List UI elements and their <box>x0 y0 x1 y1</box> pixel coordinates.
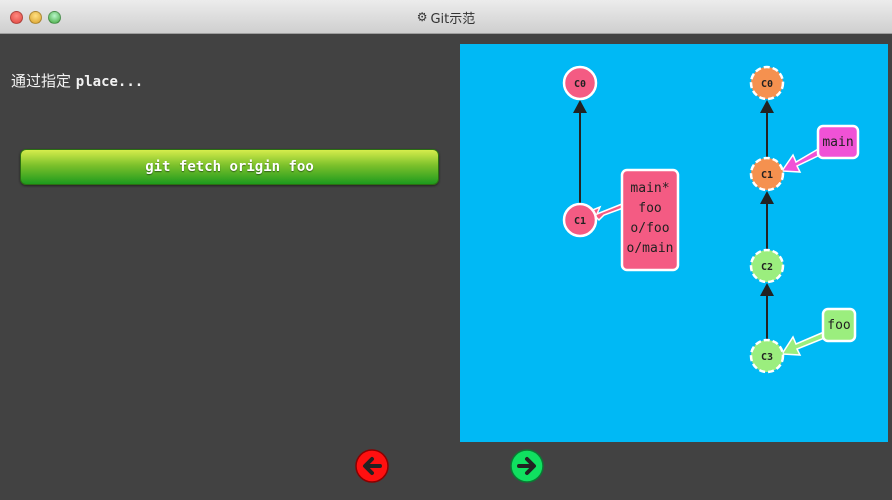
remote-branch-main-label: main <box>822 135 853 150</box>
instruction-prefix: 通过指定 <box>11 72 76 90</box>
branch-label-main-star: main* <box>630 181 669 196</box>
local-edge-arrowhead <box>573 100 587 113</box>
arrow-left-icon <box>355 449 389 483</box>
local-commit-c0[interactable]: C0 <box>562 65 598 101</box>
git-graph-svg: C0 C1 main* foo o/foo o/main C0 C1 C2 C3… <box>562 65 860 374</box>
instruction-code: place... <box>75 74 144 90</box>
remote-edge-c1-c0-arrowhead <box>760 100 774 113</box>
remote-commit-c1[interactable]: C1 <box>749 156 785 192</box>
remote-main-pointer-arrow <box>780 146 823 173</box>
remote-commit-c0-label: C0 <box>761 79 773 90</box>
remote-branch-foo[interactable]: foo <box>821 307 857 343</box>
forward-button[interactable] <box>510 449 544 483</box>
local-branch-labels[interactable]: main* foo o/foo o/main <box>620 168 680 272</box>
remote-commit-c3-label: C3 <box>761 352 773 363</box>
remote-commit-c0[interactable]: C0 <box>749 65 785 101</box>
gear-icon: ⚙ <box>416 10 428 24</box>
local-commit-c1[interactable]: C1 <box>562 202 598 238</box>
remote-edge-c3-c2-arrowhead <box>760 283 774 296</box>
local-commit-c0-label: C0 <box>574 79 586 90</box>
branch-label-o-main: o/main <box>627 241 674 256</box>
remote-commit-c1-label: C1 <box>761 170 773 181</box>
window-title: ⚙ Git示范 <box>0 0 892 34</box>
arrow-right-icon <box>510 449 544 483</box>
branch-label-foo: foo <box>638 201 661 216</box>
instruction-text: 通过指定 place... <box>11 70 143 91</box>
remote-branch-main[interactable]: main <box>816 124 860 160</box>
branch-label-o-foo: o/foo <box>630 221 669 236</box>
back-button[interactable] <box>355 449 389 483</box>
remote-commit-c3[interactable]: C3 <box>749 338 785 374</box>
remote-foo-pointer-arrow <box>780 331 829 356</box>
remote-commit-c2-label: C2 <box>761 262 773 273</box>
remote-branch-foo-label: foo <box>827 318 850 333</box>
remote-edge-c2-c1-arrowhead <box>760 191 774 204</box>
remote-commit-c2[interactable]: C2 <box>749 248 785 284</box>
git-visualization-canvas: C0 C1 main* foo o/foo o/main C0 C1 C2 C3… <box>460 44 888 442</box>
git-command-button[interactable]: git fetch origin foo <box>20 149 439 185</box>
window-title-text: Git示范 <box>430 11 476 27</box>
window-titlebar: ⚙ Git示范 <box>0 0 892 34</box>
local-commit-c1-label: C1 <box>574 216 586 227</box>
